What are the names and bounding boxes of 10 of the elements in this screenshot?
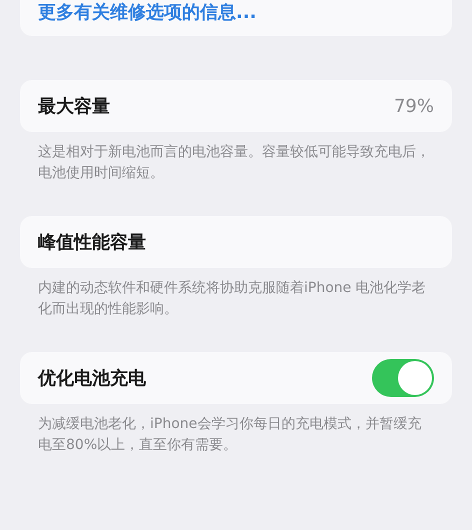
info-link[interactable]: 更多有关维修选项的信息... — [38, 0, 257, 24]
section-footer: 这是相对于新电池而言的电池容量。容量较低可能导致充电后，电池使用时间缩短。 — [20, 142, 452, 184]
toggle-switch[interactable] — [372, 359, 434, 397]
section-footer: 内建的动态软件和硬件系统将协助克服随着iPhone 电池化学老化而出现的性能影响。 — [20, 278, 452, 320]
row-title: 优化电池充电 — [38, 367, 146, 390]
settings-row[interactable]: 优化电池充电 — [20, 352, 452, 404]
row-title: 最大容量 — [38, 95, 110, 118]
section-footer: 为减缓电池老化，iPhone会学习你每日的充电模式，并暂缓充电至80%以上，直至你有需要。 — [20, 414, 452, 456]
row-value: 79% — [394, 96, 434, 116]
row-title: 峰值性能容量 — [38, 231, 146, 254]
